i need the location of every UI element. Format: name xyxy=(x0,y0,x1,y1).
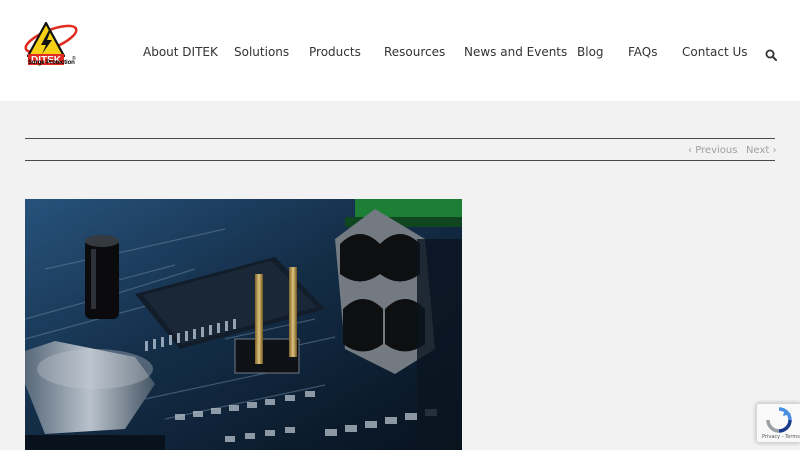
site-header: DITEK ® Surge Protection About DITEK Sol… xyxy=(0,0,800,101)
logo-tagline: Surge Protection xyxy=(28,60,75,66)
pagination-top-rule xyxy=(25,138,775,139)
next-link[interactable]: Next › xyxy=(746,144,776,158)
featured-image xyxy=(25,199,462,450)
pagination-bottom-rule xyxy=(25,160,775,161)
nav-item-blog[interactable]: Blog xyxy=(577,44,604,60)
recaptcha-footer[interactable]: Privacy - Terms xyxy=(762,434,800,440)
circuit-board-image xyxy=(25,199,462,450)
recaptcha-icon xyxy=(766,407,792,433)
nav-item-resources[interactable]: Resources xyxy=(384,44,445,60)
nav-item-faqs[interactable]: FAQs xyxy=(628,44,658,60)
previous-link[interactable]: ‹ Previous xyxy=(688,144,737,158)
chevron-left-icon: ‹ xyxy=(688,145,692,156)
previous-label: Previous xyxy=(695,145,738,156)
next-label: Next xyxy=(746,145,770,156)
nav-item-products[interactable]: Products xyxy=(309,44,361,60)
chevron-right-icon: › xyxy=(772,145,777,156)
search-icon[interactable] xyxy=(765,46,777,61)
recaptcha-badge[interactable]: Privacy - Terms xyxy=(756,403,800,443)
nav-item-solutions[interactable]: Solutions xyxy=(234,44,289,60)
nav-item-news-events[interactable]: News and Events xyxy=(464,44,567,60)
nav-item-about[interactable]: About DITEK xyxy=(143,44,218,60)
nav-item-contact[interactable]: Contact Us xyxy=(682,44,748,60)
